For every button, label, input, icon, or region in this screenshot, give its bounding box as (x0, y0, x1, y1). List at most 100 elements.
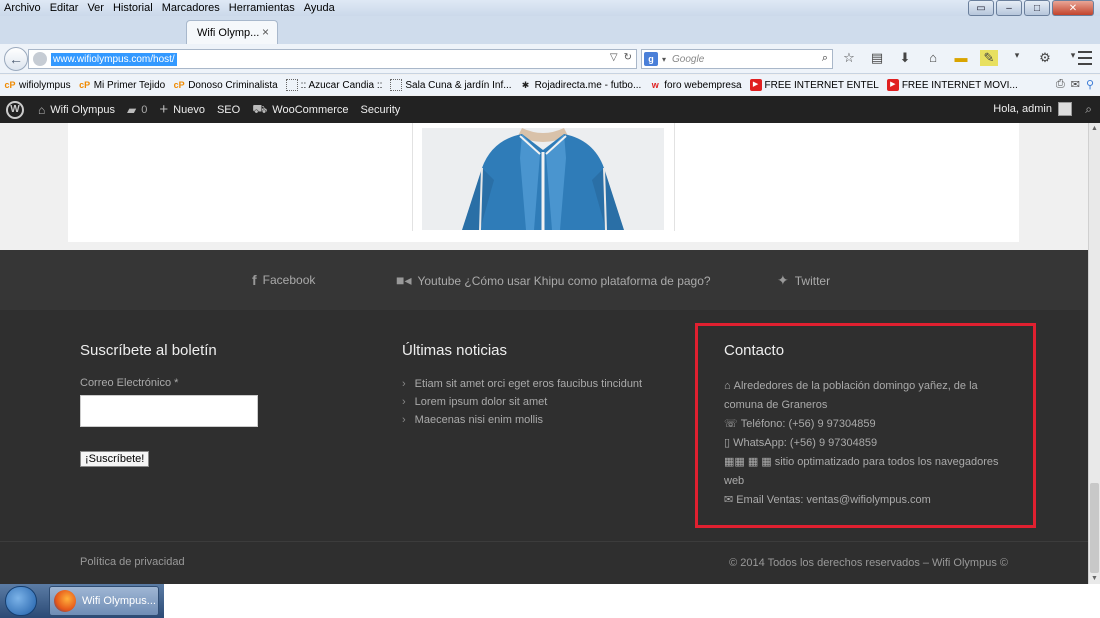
restore-down-icon[interactable]: ▭ (968, 0, 994, 16)
scroll-up-icon[interactable]: ▲ (1091, 125, 1098, 132)
news-item[interactable]: › Maecenas nisi enim mollis (402, 414, 642, 426)
menu-herramientas[interactable]: Herramientas (229, 2, 295, 14)
newsletter-email-input[interactable] (80, 395, 258, 427)
menu-editar[interactable]: Editar (50, 2, 79, 14)
google-icon[interactable]: g (644, 52, 658, 66)
cp-icon: cP (173, 80, 185, 90)
wp-admin-bar: W ⌂ Wifi Olympus ▰ 0 + Nuevo SEO ⛟ WooCo… (0, 96, 1100, 123)
video-camera-icon: ■◂ (396, 272, 412, 288)
dropdown-arrow-icon[interactable]: ▽ (610, 52, 618, 63)
eyedropper-icon[interactable]: ✎ (980, 50, 998, 66)
menu-hamburger-icon[interactable] (1078, 51, 1092, 65)
puzzle-icon[interactable]: ⚲ (1086, 78, 1094, 91)
copyright-text: © 2014 Todos los derechos reservados – W… (729, 557, 1008, 569)
addon-icon[interactable]: ▬ (952, 50, 970, 66)
menu-ayuda[interactable]: Ayuda (304, 2, 335, 14)
back-arrow-icon[interactable]: ← (4, 47, 28, 71)
minimize-icon[interactable]: – (996, 0, 1022, 16)
bookmark-item[interactable]: cP Mi Primer Tejido (79, 79, 165, 91)
menu-marcadores[interactable]: Marcadores (162, 2, 220, 14)
bookmark-item[interactable]: Sala Cuna & jardín Inf... (390, 79, 512, 91)
admin-comments-link[interactable]: ▰ 0 (127, 103, 147, 117)
bookmark-item[interactable]: ▶ FREE INTERNET ENTEL (749, 79, 879, 91)
cart-icon: ⛟ (252, 101, 268, 116)
page-scrollbar[interactable]: ▲ ▼ (1088, 123, 1100, 584)
admin-seo-link[interactable]: SEO (217, 104, 240, 116)
facebook-link[interactable]: f Facebook (252, 272, 315, 288)
bookmark-item[interactable]: ✱ Rojadirecta.me - futbo... (520, 79, 642, 91)
chevron-right-icon: › (402, 378, 406, 390)
search-magnifier-icon[interactable]: ⌕ (822, 52, 828, 65)
menu-archivo[interactable]: Archivo (4, 2, 41, 14)
dotted-page-icon (285, 79, 298, 91)
maximize-icon[interactable]: □ (1024, 0, 1050, 16)
newsletter-title: Suscríbete al boletín (80, 342, 217, 359)
twitter-link[interactable]: ✦ Twitter (777, 272, 830, 289)
taskbar-firefox-window[interactable]: Wifi Olympus... (49, 586, 159, 616)
tab-close-icon[interactable]: × (262, 25, 269, 39)
email-label: Correo Electrónico * (80, 377, 179, 389)
windows-taskbar: Wifi Olympus... (0, 584, 1100, 618)
extension-icon[interactable]: ⚙ (1036, 50, 1054, 66)
wordpress-logo-icon[interactable]: W (6, 100, 24, 119)
search-icon[interactable]: ⌕ (1085, 102, 1092, 117)
bookmarks-list-icon[interactable]: ▤ (868, 50, 886, 66)
admin-security-link[interactable]: Security (361, 104, 401, 116)
menu-historial[interactable]: Historial (113, 2, 153, 14)
menu-ver[interactable]: Ver (87, 2, 104, 14)
tab-title: Wifi Olymp... (197, 26, 260, 39)
subscribe-button[interactable]: ¡Suscríbete! (80, 451, 150, 467)
search-placeholder: Google (672, 53, 705, 65)
admin-account[interactable]: Hola, admin (993, 102, 1072, 116)
column-divider (674, 123, 675, 231)
privacy-link[interactable]: Política de privacidad (80, 556, 185, 568)
chevron-right-icon: › (402, 414, 406, 426)
news-item[interactable]: › Etiam sit amet orci eget eros faucibus … (402, 378, 642, 390)
tab-strip: Wifi Olymp... × (0, 16, 1100, 44)
bottom-footer: Política de privacidad © 2014 Todos los … (0, 541, 1088, 584)
url-text[interactable]: www.wifiolympus.com/host/ (51, 52, 177, 66)
home-icon[interactable]: ⌂ (924, 50, 942, 66)
news-item[interactable]: › Lorem ipsum dolor sit amet (402, 396, 642, 408)
admin-woocommerce-link[interactable]: ⛟ WooCommerce (252, 102, 348, 118)
cp-icon: cP (79, 80, 91, 90)
bookmark-item[interactable]: cP Donoso Criminalista (173, 79, 278, 91)
firefox-icon (54, 590, 76, 612)
greeting-text: Hola, admin (993, 103, 1052, 115)
comment-bubble-icon: ▰ (127, 102, 137, 117)
chevron-right-icon: › (402, 396, 406, 408)
scroll-down-icon[interactable]: ▼ (1091, 575, 1098, 582)
bookmarks-toolbar: cP wifiolympus cP Mi Primer Tejido cP Donos… (0, 75, 1100, 95)
dotted-page-icon (390, 79, 403, 91)
youtube-icon: ▶ (749, 79, 762, 91)
print-icon[interactable]: ⎙ (1056, 78, 1065, 91)
rojadirecta-icon: ✱ (521, 80, 530, 90)
bookmark-item[interactable]: :: Azucar Candia :: (285, 79, 382, 91)
admin-new-link[interactable]: + Nuevo (159, 101, 205, 118)
url-bar[interactable]: www.wifiolympus.com/host/ ▽ ↻ (28, 49, 637, 69)
reload-icon[interactable]: ↻ (624, 52, 632, 63)
search-bar[interactable]: g ▾ Google ⌕ (641, 49, 833, 69)
start-button[interactable] (5, 586, 37, 616)
jacket-illustration (422, 128, 664, 230)
dropdown-arrow-icon[interactable]: ▾ (1008, 50, 1026, 66)
contact-highlight-box (695, 323, 1036, 528)
youtube-link[interactable]: ■◂ Youtube ¿Cómo usar Khipu como platafo… (396, 272, 711, 289)
bookmark-item[interactable]: ▶ FREE INTERNET MOVI... (886, 79, 1018, 91)
facebook-icon: f (252, 272, 257, 288)
downloads-icon[interactable]: ⬇ (896, 50, 914, 66)
email-icon[interactable]: ✉ (1071, 78, 1080, 91)
toolbar-icons: ☆ ▤ ⬇ ⌂ ▬ ✎ ▾ ⚙ ▾ (840, 50, 1082, 66)
bookmark-item[interactable]: cP wifiolympus (4, 79, 70, 91)
admin-site-link[interactable]: ⌂ Wifi Olympus (38, 103, 115, 117)
bookmark-tools: ⎙ ✉ ⚲ (1056, 78, 1094, 91)
search-engine-dropdown-icon[interactable]: ▾ (662, 55, 666, 64)
column-divider (412, 123, 413, 231)
scroll-thumb[interactable] (1090, 483, 1099, 573)
bookmark-star-icon[interactable]: ☆ (840, 50, 858, 66)
tab-wifi-olympus[interactable]: Wifi Olymp... × (186, 20, 278, 44)
social-bar: f Facebook ■◂ Youtube ¿Cómo usar Khipu c… (0, 250, 1088, 310)
close-window-icon[interactable]: ✕ (1052, 0, 1094, 16)
bookmark-item[interactable]: w foro webempresa (649, 79, 742, 91)
product-image[interactable] (422, 128, 664, 230)
